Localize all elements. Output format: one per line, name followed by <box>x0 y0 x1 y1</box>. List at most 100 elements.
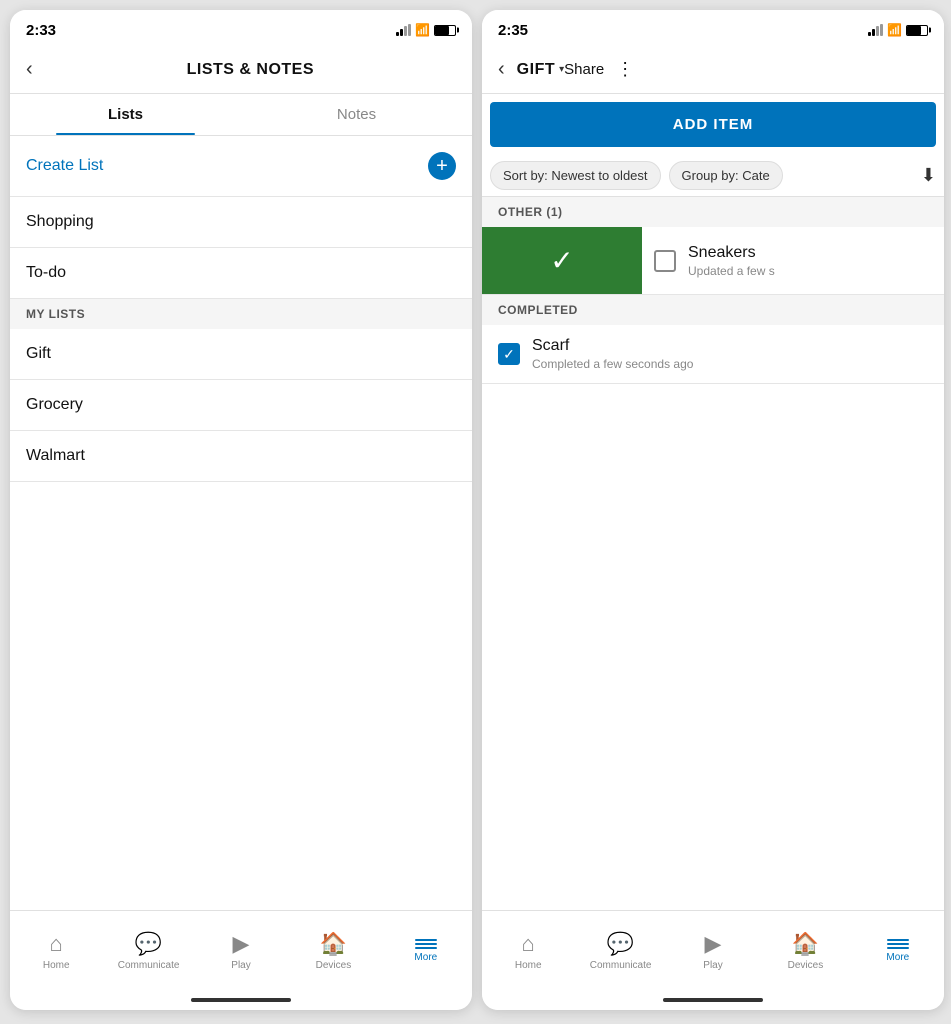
nav-home-right[interactable]: ⌂ Home <box>482 923 574 979</box>
sneakers-name: Sneakers <box>688 244 932 262</box>
other-section-header: OTHER (1) <box>482 197 944 227</box>
nav-communicate-left[interactable]: 💬 Communicate <box>102 923 194 979</box>
nav-more-label-left: More <box>414 952 437 963</box>
app-header-right: ‹ GIFT ▾ Share ⋮ <box>482 46 944 94</box>
wifi-icon: 📶 <box>415 23 430 37</box>
nav-home-label-right: Home <box>515 960 542 971</box>
battery-icon-right <box>906 25 928 36</box>
nav-devices-label-right: Devices <box>788 960 824 971</box>
communicate-icon-right: 💬 <box>607 931 634 957</box>
list-item-gift[interactable]: Gift <box>10 329 472 380</box>
nav-more-right[interactable]: More <box>852 931 944 971</box>
play-icon-left: ▶ <box>233 931 250 957</box>
home-indicator-right <box>482 990 944 1010</box>
signal-icon-right <box>868 24 883 36</box>
status-time-left: 2:33 <box>26 22 56 39</box>
signal-bar-2 <box>400 29 403 36</box>
home-indicator-left <box>10 990 472 1010</box>
signal-bar-3 <box>404 26 407 36</box>
sort-filter-chip[interactable]: Sort by: Newest to oldest <box>490 161 661 190</box>
battery-fill <box>435 26 449 35</box>
nav-communicate-label-left: Communicate <box>118 960 180 971</box>
signal-bar-r4 <box>880 24 883 36</box>
nav-home-left[interactable]: ⌂ Home <box>10 923 102 979</box>
list-item-shopping[interactable]: Shopping <box>10 197 472 248</box>
sneakers-item-row[interactable]: ✓ Sneakers Updated a few s <box>482 227 944 295</box>
status-time-right: 2:35 <box>498 22 528 39</box>
bottom-nav-left: ⌂ Home 💬 Communicate ▶ Play 🏠 Devices <box>10 910 472 990</box>
status-bar-right: 2:35 📶 <box>482 10 944 46</box>
scarf-info: Scarf Completed a few seconds ago <box>532 337 928 371</box>
nav-play-left[interactable]: ▶ Play <box>195 923 287 979</box>
wifi-icon-right: 📶 <box>887 23 902 37</box>
create-list-button[interactable]: + <box>428 152 456 180</box>
nav-communicate-label-right: Communicate <box>590 960 652 971</box>
signal-icon <box>396 24 411 36</box>
content-area-left: Create List + Shopping To-do MY LISTS Gi… <box>10 136 472 910</box>
devices-icon-left: 🏠 <box>320 931 347 957</box>
add-item-button[interactable]: ADD ITEM <box>490 102 936 147</box>
page-title-right: GIFT <box>517 61 555 79</box>
signal-bar-1 <box>396 32 399 36</box>
left-phone-screen: 2:33 📶 ‹ LISTS & NOTES Lists N <box>10 10 472 1010</box>
right-phone-screen: 2:35 📶 ‹ GIFT ▾ Sha <box>482 10 944 1010</box>
nav-play-label-right: Play <box>703 960 722 971</box>
home-indicator-bar-right <box>663 998 763 1002</box>
sneakers-checkbox[interactable] <box>654 250 676 272</box>
page-title-left: LISTS & NOTES <box>45 61 456 79</box>
home-icon-left: ⌂ <box>50 931 63 957</box>
swipe-check-icon: ✓ <box>550 244 573 277</box>
communicate-icon-left: 💬 <box>135 931 162 957</box>
create-list-text: Create List <box>26 157 103 175</box>
list-item-walmart[interactable]: Walmart <box>10 431 472 482</box>
more-icon-left <box>415 939 437 949</box>
swipe-complete-action: ✓ <box>482 227 642 294</box>
back-button-right[interactable]: ‹ <box>498 58 505 81</box>
signal-bar-r3 <box>876 26 879 36</box>
sneakers-info: Sneakers Updated a few s <box>688 244 932 278</box>
bottom-nav-right: ⌂ Home 💬 Communicate ▶ Play 🏠 Devices <box>482 910 944 990</box>
more-line-3 <box>415 947 437 949</box>
scarf-checkbox[interactable]: ✓ <box>498 343 520 365</box>
back-button-left[interactable]: ‹ <box>26 58 33 81</box>
more-line-r1 <box>887 939 909 941</box>
battery-icon <box>434 25 456 36</box>
tab-notes[interactable]: Notes <box>241 94 472 135</box>
signal-bar-r1 <box>868 32 871 36</box>
filter-bar: Sort by: Newest to oldest Group by: Cate… <box>482 155 944 197</box>
home-icon-right: ⌂ <box>522 931 535 957</box>
nav-devices-right[interactable]: 🏠 Devices <box>759 923 851 979</box>
battery-fill-right <box>907 26 921 35</box>
share-button[interactable]: Share <box>564 61 604 78</box>
nav-play-right[interactable]: ▶ Play <box>667 923 759 979</box>
header-right-area: Share ⋮ <box>564 59 634 80</box>
more-line-1 <box>415 939 437 941</box>
create-list-row[interactable]: Create List + <box>10 136 472 197</box>
scarf-item-row[interactable]: ✓ Scarf Completed a few seconds ago <box>482 325 944 384</box>
content-area-right: OTHER (1) ✓ Sneakers Updated a few s COM… <box>482 197 944 910</box>
group-filter-chip[interactable]: Group by: Cate <box>669 161 783 190</box>
nav-more-left[interactable]: More <box>380 931 472 971</box>
sneakers-item-content: Sneakers Updated a few s <box>642 227 944 294</box>
more-line-r2 <box>887 943 909 945</box>
more-line-2 <box>415 943 437 945</box>
status-icons-right: 📶 <box>868 23 928 37</box>
tabs-bar-left: Lists Notes <box>10 94 472 136</box>
nav-devices-left[interactable]: 🏠 Devices <box>287 923 379 979</box>
more-icon-right <box>887 939 909 949</box>
list-item-grocery[interactable]: Grocery <box>10 380 472 431</box>
scarf-name: Scarf <box>532 337 928 355</box>
nav-home-label-left: Home <box>43 960 70 971</box>
scarf-subtitle: Completed a few seconds ago <box>532 357 928 371</box>
nav-communicate-right[interactable]: 💬 Communicate <box>574 923 666 979</box>
list-item-todo[interactable]: To-do <box>10 248 472 299</box>
more-options-button[interactable]: ⋮ <box>616 59 634 80</box>
home-indicator-bar-left <box>191 998 291 1002</box>
status-icons-left: 📶 <box>396 23 456 37</box>
nav-play-label-left: Play <box>231 960 250 971</box>
header-title-area: GIFT ▾ <box>517 61 564 79</box>
more-line-r3 <box>887 947 909 949</box>
tab-lists[interactable]: Lists <box>10 94 241 135</box>
sneakers-subtitle: Updated a few s <box>688 264 932 278</box>
sort-direction-icon[interactable]: ⬇ <box>921 165 936 186</box>
